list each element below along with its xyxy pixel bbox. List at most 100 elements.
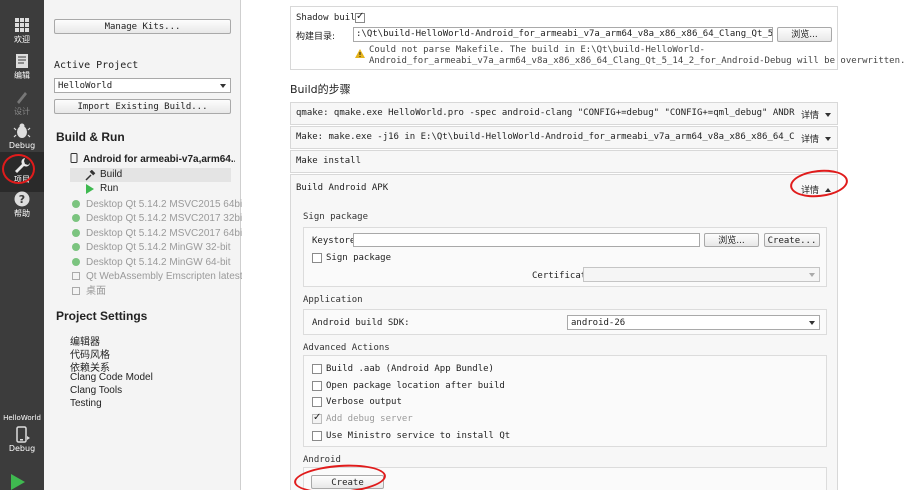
keystore-input[interactable] — [353, 233, 700, 247]
monitor-icon — [72, 287, 80, 295]
open-package-location-checkbox[interactable] — [312, 381, 322, 391]
make-step[interactable]: Make: make.exe -j16 in E:\Qt\build-Hello… — [290, 126, 838, 149]
import-existing-build-button[interactable]: Import Existing Build... — [54, 99, 231, 114]
help-icon: ? — [14, 191, 30, 207]
device-icon — [70, 153, 78, 163]
add-debug-server-checkbox[interactable] — [312, 412, 322, 424]
run-icon — [86, 184, 94, 194]
create-templates-button[interactable]: Create Templates — [311, 475, 384, 489]
build-dir-label: 构建目录: — [296, 32, 336, 42]
kit-status-icon — [72, 243, 80, 251]
android-group: Create Templates — [303, 467, 827, 490]
chevron-down-icon — [220, 84, 226, 88]
device-icon — [16, 426, 30, 443]
keystore-browse-button[interactable]: 浏览... — [704, 233, 759, 247]
build-dir-input[interactable]: :\Qt\build-HelloWorld-Android_for_armeab… — [353, 27, 773, 42]
build-aab-label: Build .aab (Android App Bundle) — [326, 364, 494, 374]
run-button[interactable] — [11, 474, 25, 490]
kit-item[interactable]: 桌面 — [72, 285, 106, 299]
build-settings-panel: Shadow build: 构建目录: :\Qt\build-HelloWorl… — [242, 0, 917, 490]
active-kit-name: Android for armeabi-v7a,arm64... — [83, 154, 235, 165]
active-project-value: HelloWorld — [58, 81, 113, 91]
kit-build-config: Debug — [8, 444, 36, 453]
settings-item[interactable]: Clang Tools — [70, 385, 122, 396]
android-heading: Android — [303, 455, 341, 465]
build-item-label: Build — [100, 169, 123, 180]
sign-package-checkbox-label: Sign package — [326, 253, 392, 263]
kit-status-icon — [72, 258, 80, 266]
application-group: Android build SDK: android-26 — [303, 309, 827, 335]
mode-help[interactable]: ? 帮助 — [0, 186, 44, 226]
chevron-down-icon — [809, 273, 815, 277]
mode-label: 欢迎 — [14, 35, 30, 44]
build-android-apk-step: Build Android APK 详情 Sign package Keysto… — [290, 174, 838, 490]
chevron-down-icon — [809, 321, 815, 325]
kit-label: Qt WebAssembly Emscripten latest — [86, 271, 243, 282]
chevron-up-icon — [825, 188, 831, 192]
kit-item[interactable]: Desktop Qt 5.14.2 MinGW 32-bit — [72, 241, 231, 255]
settings-item[interactable]: Testing — [70, 398, 102, 409]
kit-status-icon — [72, 229, 80, 237]
design-icon — [17, 92, 27, 104]
cert-alias-combo[interactable] — [583, 267, 820, 282]
kit-item[interactable]: Desktop Qt 5.14.2 MSVC2015 64bit — [72, 198, 245, 212]
advanced-actions-group: Build .aab (Android App Bundle) Open pac… — [303, 355, 827, 447]
kit-item[interactable]: Desktop Qt 5.14.2 MSVC2017 32bit — [72, 212, 245, 226]
hammer-icon — [85, 170, 96, 181]
details-toggle[interactable]: 详情 — [794, 132, 831, 145]
run-item-label: Run — [100, 183, 119, 194]
warning-line-1: Could not parse Makefile. The build in E… — [369, 45, 705, 55]
create-keystore-button[interactable]: Create... — [764, 233, 820, 247]
kit-item[interactable]: Desktop Qt 5.14.2 MSVC2017 64bit — [72, 227, 245, 241]
manage-kits-button[interactable]: Manage Kits... — [54, 19, 231, 34]
kit-project-name: HelloWorld — [3, 414, 41, 422]
build-aab-checkbox[interactable] — [312, 364, 322, 374]
kit-label: 桌面 — [86, 286, 106, 297]
shadow-build-checkbox[interactable] — [355, 11, 365, 23]
kit-label: Desktop Qt 5.14.2 MSVC2017 32bit — [86, 213, 245, 224]
build-steps-heading: Build的步骤 — [290, 83, 351, 96]
qmake-step-summary: qmake: qmake.exe HelloWorld.pro -spec an… — [296, 108, 796, 118]
kit-label: Desktop Qt 5.14.2 MSVC2017 64bit — [86, 228, 245, 239]
verbose-output-label: Verbose output — [326, 397, 402, 407]
active-project-combo[interactable]: HelloWorld — [54, 78, 231, 93]
qmake-step[interactable]: qmake: qmake.exe HelloWorld.pro -spec an… — [290, 102, 838, 125]
kit-item[interactable]: Qt WebAssembly Emscripten latest — [72, 270, 243, 284]
grid-icon — [15, 18, 29, 32]
details-toggle[interactable]: 详情 — [794, 108, 831, 121]
advanced-actions-heading: Advanced Actions — [303, 343, 390, 353]
warning-line-2: Android_for_armeabi_v7a_arm64_v8a_x86_x8… — [369, 56, 906, 66]
kit-status-icon — [72, 214, 80, 222]
chevron-down-icon — [825, 137, 831, 141]
mode-welcome[interactable]: 欢迎 — [0, 12, 44, 52]
active-kit-item[interactable]: Android for armeabi-v7a,arm64... — [70, 153, 235, 167]
make-install-step[interactable]: Make install — [290, 150, 838, 173]
settings-item[interactable]: Clang Code Model — [70, 372, 153, 383]
android-sdk-value: android-26 — [571, 318, 626, 328]
kit-selector[interactable]: HelloWorld Debug — [0, 414, 44, 453]
sign-package-heading: Sign package — [303, 212, 369, 222]
details-toggle[interactable]: 详情 — [801, 183, 831, 196]
general-settings-box: Shadow build: 构建目录: :\Qt\build-HelloWorl… — [290, 6, 905, 70]
build-run-heading: Build & Run — [56, 130, 125, 144]
mode-bar: 欢迎 编辑 设计 Debug 项目 ? 帮助 HelloWorld Debug — [0, 0, 44, 490]
android-sdk-combo[interactable]: android-26 — [567, 315, 820, 330]
project-navigation-panel: Manage Kits... Active Project HelloWorld… — [44, 0, 245, 490]
verbose-output-checkbox[interactable] — [312, 397, 322, 407]
mode-edit[interactable]: 编辑 — [0, 48, 44, 88]
open-package-location-label: Open package location after build — [326, 381, 505, 391]
browse-button[interactable]: 浏览... — [777, 27, 832, 42]
kit-status-icon — [72, 200, 80, 208]
kit-item[interactable]: Desktop Qt 5.14.2 MinGW 64-bit — [72, 256, 231, 270]
run-item[interactable]: Run — [70, 182, 231, 196]
application-heading: Application — [303, 295, 363, 305]
kit-label: Desktop Qt 5.14.2 MinGW 64-bit — [86, 257, 231, 268]
add-debug-server-label: Add debug server — [326, 414, 413, 424]
build-item[interactable]: Build — [70, 168, 231, 182]
qt-creator-window: 欢迎 编辑 设计 Debug 项目 ? 帮助 HelloWorld Debug … — [0, 0, 917, 490]
sign-package-group: Keystore: 浏览... Create... Sign package C… — [303, 227, 827, 287]
monitor-icon — [72, 272, 80, 280]
svg-text:?: ? — [19, 193, 25, 206]
sign-package-checkbox[interactable] — [312, 253, 322, 263]
ministro-checkbox[interactable] — [312, 431, 322, 441]
